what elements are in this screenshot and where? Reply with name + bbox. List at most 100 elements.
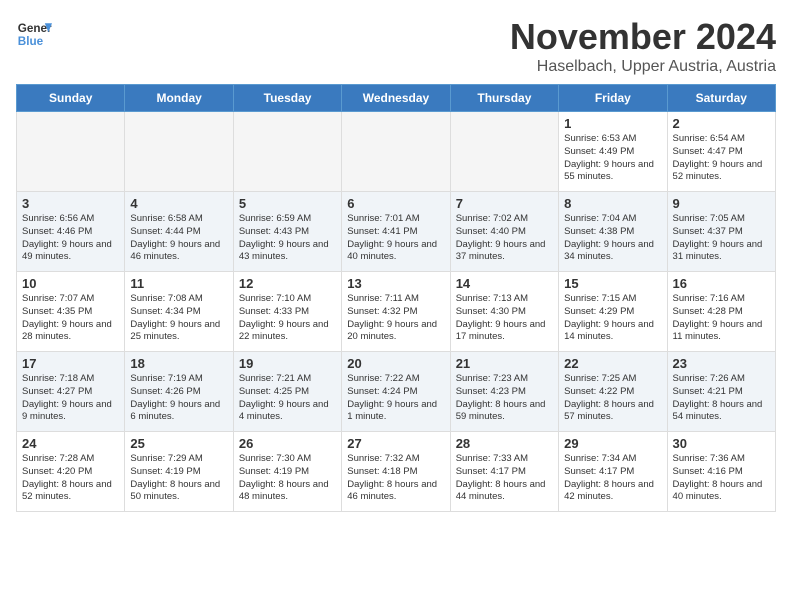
cell-content: Sunrise: 7:15 AM Sunset: 4:29 PM Dayligh… [564, 293, 661, 344]
calendar-cell: 12 Sunrise: 7:10 AM Sunset: 4:33 PM Dayli… [233, 272, 341, 352]
day-number: 28 [456, 436, 553, 451]
day-number: 5 [239, 196, 336, 211]
day-number: 24 [22, 436, 119, 451]
calendar-cell: 29 Sunrise: 7:34 AM Sunset: 4:17 PM Dayli… [559, 432, 667, 512]
cell-content: Sunrise: 7:25 AM Sunset: 4:22 PM Dayligh… [564, 373, 661, 424]
cell-content: Sunrise: 7:21 AM Sunset: 4:25 PM Dayligh… [239, 373, 336, 424]
calendar-cell: 27Sunrise: 7:32 AM Sunset: 4:18 PM Dayli… [342, 432, 450, 512]
cell-content: Sunrise: 7:29 AM Sunset: 4:19 PM Dayligh… [130, 453, 227, 504]
cell-content: Sunrise: 6:59 AM Sunset: 4:43 PM Dayligh… [239, 213, 336, 264]
page-header: General Blue November 2024 Haselbach, Up… [16, 16, 776, 76]
day-number: 10 [22, 276, 119, 291]
header-row: SundayMondayTuesdayWednesdayThursdayFrid… [17, 85, 776, 112]
calendar-cell: 9 Sunrise: 7:05 AM Sunset: 4:37 PM Daylig… [667, 192, 775, 272]
weekday-header: Thursday [450, 85, 558, 112]
calendar-cell: 14 Sunrise: 7:13 AM Sunset: 4:30 PM Dayli… [450, 272, 558, 352]
day-number: 3 [22, 196, 119, 211]
calendar-cell: 15 Sunrise: 7:15 AM Sunset: 4:29 PM Dayli… [559, 272, 667, 352]
calendar-cell [450, 112, 558, 192]
calendar-week: 3 Sunrise: 6:56 AM Sunset: 4:46 PM Daylig… [17, 192, 776, 272]
cell-content: Sunrise: 7:11 AM Sunset: 4:32 PM Dayligh… [347, 293, 444, 344]
calendar-table: SundayMondayTuesdayWednesdayThursdayFrid… [16, 84, 776, 512]
cell-content: Sunrise: 7:34 AM Sunset: 4:17 PM Dayligh… [564, 453, 661, 504]
calendar-cell: 5 Sunrise: 6:59 AM Sunset: 4:43 PM Daylig… [233, 192, 341, 272]
day-number: 17 [22, 356, 119, 371]
day-number: 13 [347, 276, 444, 291]
cell-content: Sunrise: 7:08 AM Sunset: 4:34 PM Dayligh… [130, 293, 227, 344]
cell-content: Sunrise: 7:28 AM Sunset: 4:20 PM Dayligh… [22, 453, 119, 504]
cell-content: Sunrise: 7:13 AM Sunset: 4:30 PM Dayligh… [456, 293, 553, 344]
svg-text:Blue: Blue [18, 35, 44, 48]
day-number: 21 [456, 356, 553, 371]
day-number: 26 [239, 436, 336, 451]
day-number: 15 [564, 276, 661, 291]
calendar-cell: 4Sunrise: 6:58 AM Sunset: 4:44 PM Daylig… [125, 192, 233, 272]
cell-content: Sunrise: 7:04 AM Sunset: 4:38 PM Dayligh… [564, 213, 661, 264]
calendar-week: 1 Sunrise: 6:53 AM Sunset: 4:49 PM Daylig… [17, 112, 776, 192]
cell-content: Sunrise: 7:30 AM Sunset: 4:19 PM Dayligh… [239, 453, 336, 504]
calendar-cell [125, 112, 233, 192]
cell-content: Sunrise: 7:36 AM Sunset: 4:16 PM Dayligh… [673, 453, 770, 504]
weekday-header: Sunday [17, 85, 125, 112]
cell-content: Sunrise: 7:01 AM Sunset: 4:41 PM Dayligh… [347, 213, 444, 264]
day-number: 23 [673, 356, 770, 371]
calendar-cell: 6 Sunrise: 7:01 AM Sunset: 4:41 PM Daylig… [342, 192, 450, 272]
day-number: 9 [673, 196, 770, 211]
logo-icon: General Blue [16, 16, 52, 52]
day-number: 22 [564, 356, 661, 371]
weekday-header: Monday [125, 85, 233, 112]
calendar-cell: 7Sunrise: 7:02 AM Sunset: 4:40 PM Daylig… [450, 192, 558, 272]
day-number: 6 [347, 196, 444, 211]
weekday-header: Wednesday [342, 85, 450, 112]
cell-content: Sunrise: 7:05 AM Sunset: 4:37 PM Dayligh… [673, 213, 770, 264]
cell-content: Sunrise: 7:02 AM Sunset: 4:40 PM Dayligh… [456, 213, 553, 264]
calendar-cell: 18 Sunrise: 7:19 AM Sunset: 4:26 PM Dayli… [125, 352, 233, 432]
cell-content: Sunrise: 7:26 AM Sunset: 4:21 PM Dayligh… [673, 373, 770, 424]
calendar-week: 10 Sunrise: 7:07 AM Sunset: 4:35 PM Dayli… [17, 272, 776, 352]
calendar-cell: 30 Sunrise: 7:36 AM Sunset: 4:16 PM Dayli… [667, 432, 775, 512]
calendar-cell: 1 Sunrise: 6:53 AM Sunset: 4:49 PM Daylig… [559, 112, 667, 192]
day-number: 25 [130, 436, 227, 451]
calendar-cell: 11Sunrise: 7:08 AM Sunset: 4:34 PM Dayli… [125, 272, 233, 352]
calendar-cell: 23 Sunrise: 7:26 AM Sunset: 4:21 PM Dayli… [667, 352, 775, 432]
day-number: 14 [456, 276, 553, 291]
calendar-cell: 24 Sunrise: 7:28 AM Sunset: 4:20 PM Dayli… [17, 432, 125, 512]
cell-content: Sunrise: 7:23 AM Sunset: 4:23 PM Dayligh… [456, 373, 553, 424]
calendar-cell [342, 112, 450, 192]
month-title: November 2024 [510, 16, 776, 58]
day-number: 20 [347, 356, 444, 371]
day-number: 1 [564, 116, 661, 131]
calendar-cell: 20 Sunrise: 7:22 AM Sunset: 4:24 PM Dayli… [342, 352, 450, 432]
calendar-cell: 25 Sunrise: 7:29 AM Sunset: 4:19 PM Dayli… [125, 432, 233, 512]
cell-content: Sunrise: 7:32 AM Sunset: 4:18 PM Dayligh… [347, 453, 444, 504]
cell-content: Sunrise: 7:19 AM Sunset: 4:26 PM Dayligh… [130, 373, 227, 424]
logo: General Blue [16, 16, 52, 52]
calendar-cell [233, 112, 341, 192]
calendar-cell: 19 Sunrise: 7:21 AM Sunset: 4:25 PM Dayli… [233, 352, 341, 432]
day-number: 29 [564, 436, 661, 451]
cell-content: Sunrise: 6:53 AM Sunset: 4:49 PM Dayligh… [564, 133, 661, 184]
calendar-week: 24 Sunrise: 7:28 AM Sunset: 4:20 PM Dayli… [17, 432, 776, 512]
day-number: 18 [130, 356, 227, 371]
day-number: 12 [239, 276, 336, 291]
day-number: 19 [239, 356, 336, 371]
day-number: 4 [130, 196, 227, 211]
calendar-cell: 21 Sunrise: 7:23 AM Sunset: 4:23 PM Dayli… [450, 352, 558, 432]
calendar-cell: 8Sunrise: 7:04 AM Sunset: 4:38 PM Daylig… [559, 192, 667, 272]
weekday-header: Friday [559, 85, 667, 112]
cell-content: Sunrise: 7:22 AM Sunset: 4:24 PM Dayligh… [347, 373, 444, 424]
location-title: Haselbach, Upper Austria, Austria [510, 58, 776, 76]
day-number: 2 [673, 116, 770, 131]
calendar-cell: 17Sunrise: 7:18 AM Sunset: 4:27 PM Dayli… [17, 352, 125, 432]
cell-content: Sunrise: 7:07 AM Sunset: 4:35 PM Dayligh… [22, 293, 119, 344]
calendar-cell: 3 Sunrise: 6:56 AM Sunset: 4:46 PM Daylig… [17, 192, 125, 272]
cell-content: Sunrise: 6:54 AM Sunset: 4:47 PM Dayligh… [673, 133, 770, 184]
day-number: 30 [673, 436, 770, 451]
cell-content: Sunrise: 7:10 AM Sunset: 4:33 PM Dayligh… [239, 293, 336, 344]
cell-content: Sunrise: 6:56 AM Sunset: 4:46 PM Dayligh… [22, 213, 119, 264]
weekday-header: Saturday [667, 85, 775, 112]
calendar-cell: 28 Sunrise: 7:33 AM Sunset: 4:17 PM Dayli… [450, 432, 558, 512]
calendar-cell [17, 112, 125, 192]
cell-content: Sunrise: 7:33 AM Sunset: 4:17 PM Dayligh… [456, 453, 553, 504]
weekday-header: Tuesday [233, 85, 341, 112]
